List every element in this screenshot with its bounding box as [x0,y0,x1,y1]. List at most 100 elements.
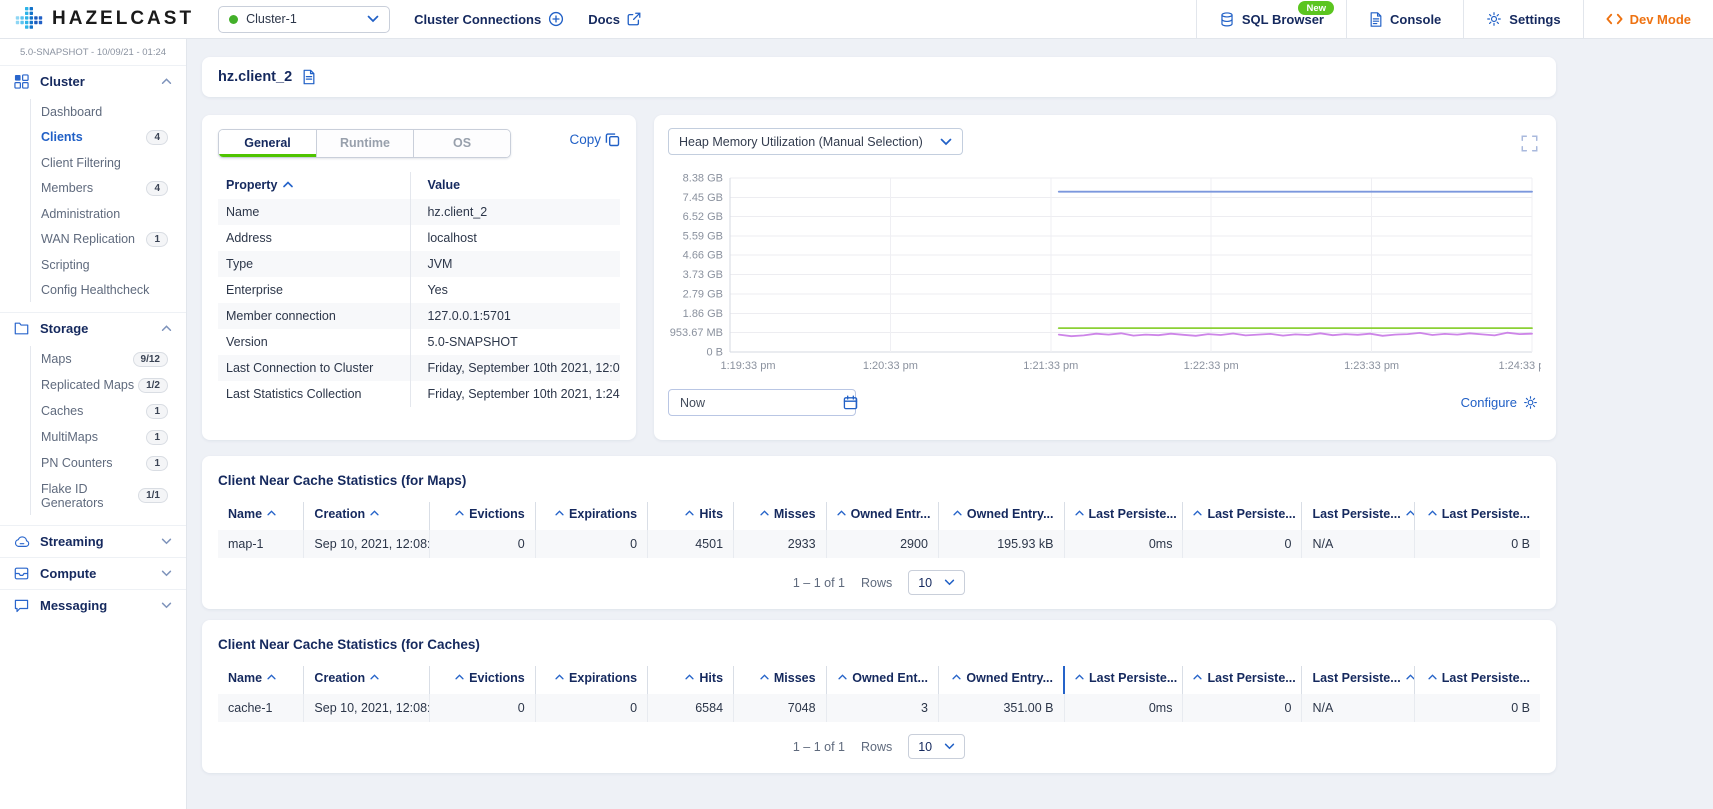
column-header-hits[interactable]: Hits [648,502,734,530]
tab-runtime[interactable]: Runtime [316,130,413,157]
cluster-connections-button[interactable]: Cluster Connections [414,11,564,27]
property-name: Member connection [218,303,411,329]
sidebar-item-caches[interactable]: Caches1 [31,398,186,424]
sidebar-item-pn-counters[interactable]: PN Counters1 [31,450,186,476]
column-header-inner: Last Persiste... [1428,507,1530,521]
column-header-property[interactable]: Property [218,172,411,199]
sidebar-section-messaging-toggle[interactable]: Messaging [0,590,186,621]
hazelcast-logo: HAZELCAST [14,6,194,32]
docs-link[interactable]: Docs [588,12,641,27]
column-header-owned-entry[interactable]: Owned Entry... [938,502,1064,530]
sidebar-item-multimaps[interactable]: MultiMaps1 [31,424,186,450]
column-header-last-persiste[interactable]: Last Persiste... [1302,666,1414,694]
dev-mode-button[interactable]: Dev Mode [1583,0,1713,38]
tab-os[interactable]: OS [413,130,510,157]
sql-browser-button[interactable]: New SQL Browser [1196,0,1346,38]
column-header-owned-entry[interactable]: Owned Entry... [938,666,1064,694]
sidebar-item-clients[interactable]: Clients4 [31,124,186,150]
storage-icon [14,322,30,335]
column-header-creation[interactable]: Creation [304,666,430,694]
column-header-last-persiste[interactable]: Last Persiste... [1183,666,1302,694]
column-header-last-persiste[interactable]: Last Persiste... [1183,502,1302,530]
cell: Sep 10, 2021, 12:08:46 [304,530,430,558]
configure-link[interactable]: Configure [1461,395,1542,410]
cell: 2900 [826,530,938,558]
column-header-misses[interactable]: Misses [734,666,827,694]
document-icon [1369,11,1383,28]
tab-general[interactable]: General [219,130,316,157]
sidebar-item-members[interactable]: Members4 [31,175,186,201]
tab-label: Runtime [340,136,390,150]
property-name: Last Statistics Collection [218,381,411,407]
tab-label: General [244,136,291,150]
column-header-inner: Owned Ent... [838,671,928,685]
sidebar-section-cluster-toggle[interactable]: Cluster [0,66,186,97]
gear-icon [1523,395,1538,410]
cluster-select[interactable]: Cluster-1 [218,6,390,33]
column-header-expirations[interactable]: Expirations [535,502,647,530]
sort-asc-icon [455,510,464,516]
column-header-owned-ent[interactable]: Owned Ent... [826,666,938,694]
column-header-inner: Creation [314,671,379,685]
sidebar-section-label: Messaging [40,598,107,613]
cell: 0 B [1414,694,1540,722]
svg-text:6.52 GB: 6.52 GB [683,211,723,223]
sidebar-item-label: Caches [41,404,83,418]
client-document-icon[interactable] [302,69,316,85]
column-header-name[interactable]: Name [218,502,304,530]
column-header-owned-entr[interactable]: Owned Entr... [826,502,938,530]
time-input[interactable] [678,395,843,411]
column-header-hits[interactable]: Hits [648,666,734,694]
column-header-last-persiste[interactable]: Last Persiste... [1064,502,1183,530]
column-header-inner: Owned Entry... [952,671,1053,685]
sidebar-item-client-filtering[interactable]: Client Filtering [31,150,186,175]
rows-per-page-select[interactable]: 10 [908,570,965,595]
column-header-last-persiste[interactable]: Last Persiste... [1302,502,1414,530]
metric-select[interactable]: Heap Memory Utilization (Manual Selectio… [668,128,963,155]
heap-memory-chart: 8.38 GB7.45 GB6.52 GB5.59 GB4.66 GB3.73 … [668,164,1541,376]
property-row: Addresslocalhost [218,225,620,251]
column-header-last-persiste[interactable]: Last Persiste... [1064,666,1183,694]
sort-asc-icon [1406,674,1415,680]
pagination-range: 1 – 1 of 1 [793,740,845,754]
column-header-creation[interactable]: Creation [304,502,430,530]
chevron-down-icon [161,570,172,577]
sidebar-item-scripting[interactable]: Scripting [31,252,186,277]
section-title: Client Near Cache Statistics (for Maps) [218,473,1540,488]
time-picker-input[interactable] [668,389,856,416]
console-button[interactable]: Console [1346,0,1463,38]
sidebar-item-flake-id-generators[interactable]: Flake ID Generators1/1 [31,476,186,515]
column-header-evictions[interactable]: Evictions [430,666,536,694]
sidebar-item-administration[interactable]: Administration [31,201,186,226]
column-header-last-persiste[interactable]: Last Persiste... [1414,666,1540,694]
column-header-expirations[interactable]: Expirations [535,666,647,694]
sidebar-section-storage-toggle[interactable]: Storage [0,313,186,344]
settings-button[interactable]: Settings [1463,0,1582,38]
sidebar-item-replicated-maps[interactable]: Replicated Maps1/2 [31,372,186,398]
column-header-evictions[interactable]: Evictions [430,502,536,530]
sidebar-section-streaming-toggle[interactable]: Streaming [0,526,186,557]
column-header-label: Last Persiste... [1207,671,1295,685]
property-row: Namehz.client_2 [218,199,620,225]
fullscreen-icon[interactable] [1521,135,1538,152]
copy-button[interactable]: Copy [569,132,620,147]
sidebar-item-dashboard[interactable]: Dashboard [31,99,186,124]
sort-asc-icon [1193,510,1202,516]
column-header-inner: Hits [685,671,723,685]
sidebar-item-config-healthcheck[interactable]: Config Healthcheck [31,277,186,302]
column-header-misses[interactable]: Misses [734,502,827,530]
sidebar-item-label: Maps [41,352,72,366]
rows-per-page-select[interactable]: 10 [908,734,965,759]
column-header-name[interactable]: Name [218,666,304,694]
sidebar-item-maps[interactable]: Maps9/12 [31,346,186,372]
code-brackets-icon [1606,13,1623,25]
sidebar-item-wan-replication[interactable]: WAN Replication1 [31,226,186,252]
sidebar-section-compute-toggle[interactable]: Compute [0,558,186,589]
chevron-down-icon [940,138,952,146]
chart-series-series-3 [1059,333,1532,337]
column-header-last-persiste[interactable]: Last Persiste... [1414,502,1540,530]
chevron-down-icon [944,579,955,586]
sort-asc-icon [760,674,769,680]
svg-text:8.38 GB: 8.38 GB [683,173,723,185]
sort-asc-icon [370,510,379,516]
